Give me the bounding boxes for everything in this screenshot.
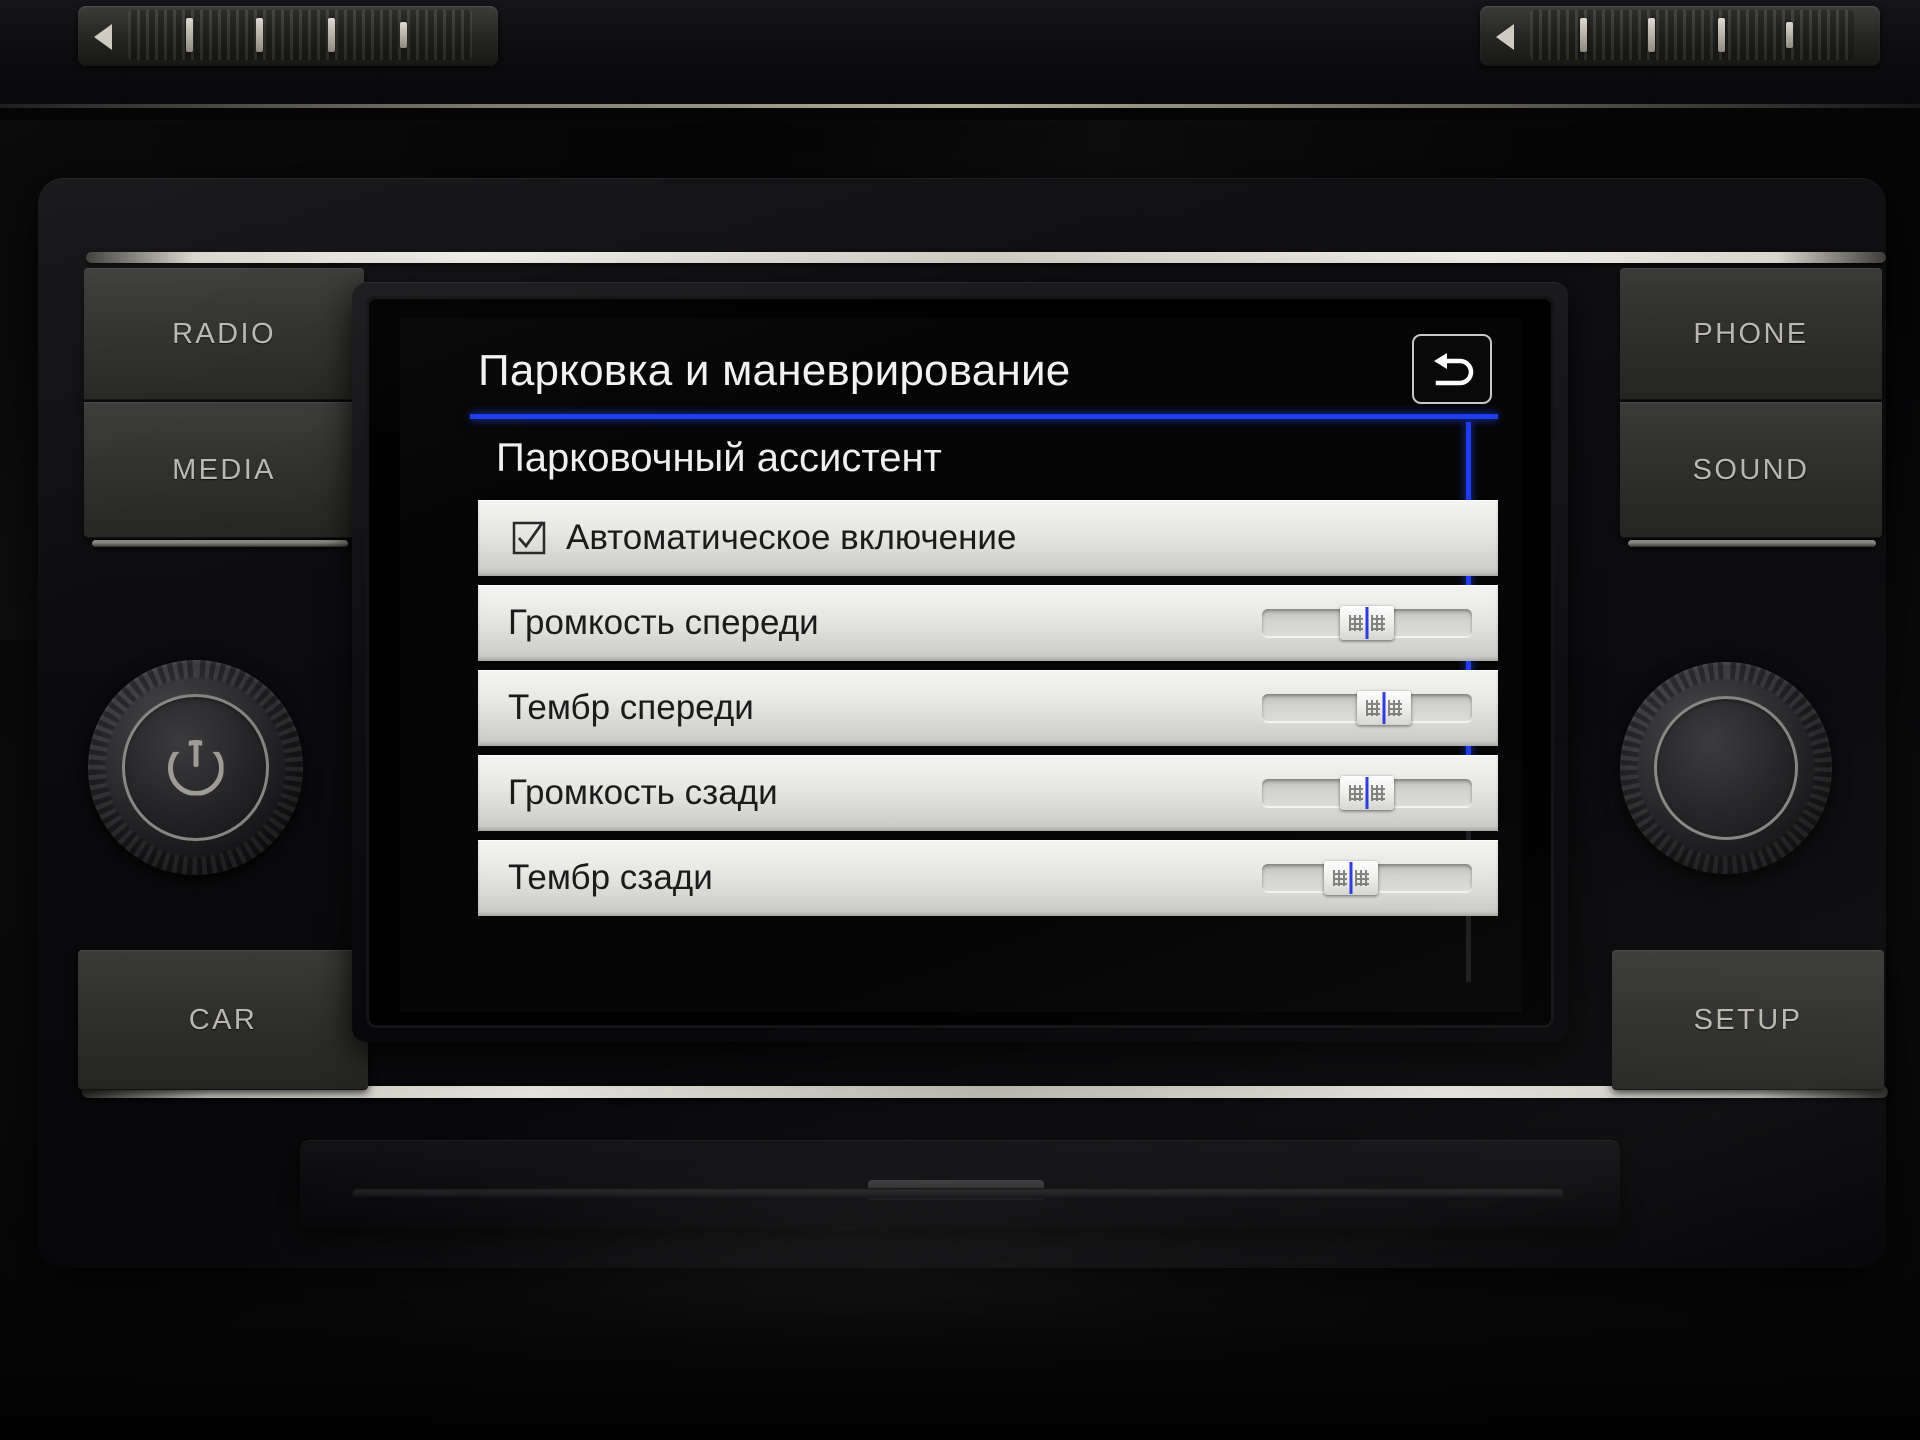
- dial-tick: [1718, 18, 1725, 52]
- infotainment-photo: RADIO MEDIA CAR PHONE SOUND SETUP Парков…: [0, 0, 1920, 1440]
- slider-handle[interactable]: [1357, 691, 1411, 725]
- list-item-label: Громкость сзади: [508, 773, 778, 812]
- section-header: Парковочный ассистент: [496, 436, 942, 480]
- dial-tick: [186, 18, 193, 52]
- car-button[interactable]: CAR: [78, 950, 368, 1090]
- list-item-front-volume[interactable]: Громкость спереди: [478, 585, 1498, 661]
- chrome-trim-top: [86, 252, 1886, 263]
- power-volume-knob[interactable]: [88, 660, 303, 875]
- dashboard-shadow: [0, 1290, 1920, 1440]
- page-title: Парковка и маневрирование: [478, 346, 1071, 395]
- knob-face: [1653, 695, 1799, 841]
- left-vent-dial[interactable]: [78, 6, 498, 66]
- list-item-label: Тембр спереди: [508, 688, 754, 727]
- dial-tick: [400, 22, 407, 48]
- dial-ridges: [128, 10, 472, 60]
- phone-button[interactable]: PHONE: [1620, 268, 1882, 400]
- slider-handle[interactable]: [1324, 861, 1378, 895]
- disc-slot: [352, 1188, 1564, 1198]
- dial-tick: [328, 18, 335, 52]
- grip-lines-icon: [1349, 615, 1363, 631]
- grip-lines-icon: [1333, 870, 1347, 886]
- left-arrow-icon: [94, 24, 112, 50]
- title-divider: [470, 414, 1498, 419]
- sound-button[interactable]: SOUND: [1620, 402, 1882, 538]
- u-turn-back-arrow-icon: [1434, 353, 1474, 386]
- knob-face: [122, 694, 269, 841]
- tune-knob[interactable]: [1620, 662, 1832, 874]
- list-item-label: Автоматическое включение: [566, 518, 1017, 557]
- power-icon: [165, 737, 227, 799]
- rear-volume-slider[interactable]: [1262, 776, 1472, 810]
- chrome-trim-left-mid: [92, 540, 348, 547]
- grip-lines-icon: [1355, 870, 1369, 886]
- grip-lines-icon: [1371, 615, 1385, 631]
- front-tone-slider[interactable]: [1262, 691, 1472, 725]
- list-item-rear-tone[interactable]: Тембр сзади: [478, 840, 1498, 916]
- dial-tick: [1648, 18, 1655, 52]
- settings-list: Автоматическое включение Громкость спере…: [478, 500, 1498, 925]
- setup-button[interactable]: SETUP: [1612, 950, 1884, 1090]
- list-item-label: Громкость спереди: [508, 603, 819, 642]
- rear-tone-slider[interactable]: [1262, 861, 1472, 895]
- chrome-trim-right-mid: [1628, 540, 1876, 547]
- grip-lines-icon: [1366, 700, 1380, 716]
- list-item-auto-activation[interactable]: Автоматическое включение: [478, 500, 1498, 576]
- list-item-front-tone[interactable]: Тембр спереди: [478, 670, 1498, 746]
- list-item-rear-volume[interactable]: Громкость сзади: [478, 755, 1498, 831]
- slider-handle[interactable]: [1340, 776, 1394, 810]
- front-volume-slider[interactable]: [1262, 606, 1472, 640]
- radio-button[interactable]: RADIO: [84, 268, 364, 400]
- dial-tick: [256, 18, 263, 52]
- grip-lines-icon: [1388, 700, 1402, 716]
- left-arrow-icon: [1496, 24, 1514, 50]
- slider-handle[interactable]: [1340, 606, 1394, 640]
- lcd-screen: Парковка и маневрирование Парковочный ас…: [400, 318, 1522, 1012]
- list-item-label: Тембр сзади: [508, 858, 713, 897]
- back-button[interactable]: [1412, 334, 1492, 404]
- right-vent-dial[interactable]: [1480, 6, 1880, 66]
- dial-tick: [1580, 18, 1587, 52]
- dial-tick: [1786, 22, 1793, 48]
- dial-ridges: [1530, 10, 1854, 60]
- media-button[interactable]: MEDIA: [84, 402, 364, 538]
- checkbox-checked-icon[interactable]: [512, 521, 546, 555]
- grip-lines-icon: [1349, 785, 1363, 801]
- grip-lines-icon: [1371, 785, 1385, 801]
